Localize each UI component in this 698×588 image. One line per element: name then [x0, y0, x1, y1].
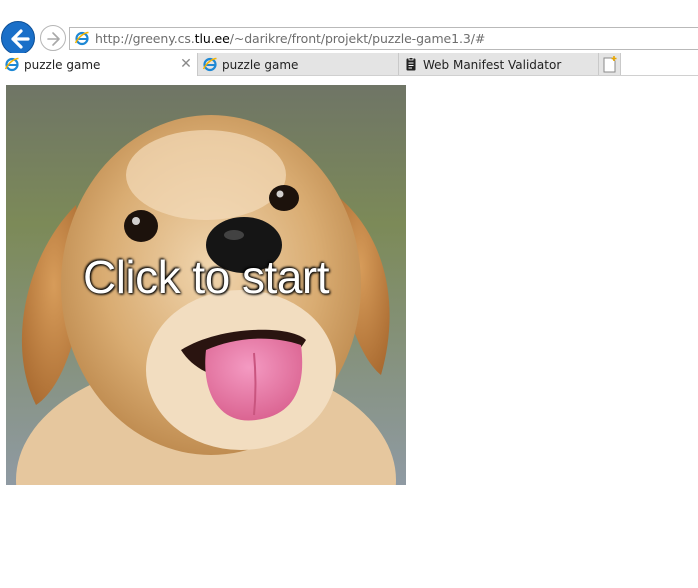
- back-arrow-icon: [11, 29, 30, 49]
- address-bar-row: http://greeny.cs.tlu.ee/~darikre/front/p…: [0, 0, 698, 55]
- tab-web-manifest-validator[interactable]: Web Manifest Validator: [399, 53, 599, 76]
- new-tab-button[interactable]: [599, 53, 621, 76]
- ie-page-icon: [202, 57, 217, 72]
- tab-strip-border: [198, 75, 698, 76]
- close-tab-icon[interactable]: ✕: [179, 56, 193, 70]
- ie-page-icon: [74, 31, 89, 46]
- back-button[interactable]: [1, 21, 35, 55]
- click-to-start-text: Click to start: [82, 251, 330, 303]
- puzzle-start-area[interactable]: Click to start: [6, 85, 406, 485]
- tab-label: Web Manifest Validator: [423, 58, 562, 72]
- tab-puzzle-game-active[interactable]: puzzle game ✕: [0, 53, 198, 76]
- tab-strip: puzzle game ✕ puzzle game Web Manifest V…: [0, 53, 698, 77]
- address-input[interactable]: http://greeny.cs.tlu.ee/~darikre/front/p…: [69, 27, 698, 50]
- forward-arrow-icon: [47, 32, 60, 46]
- ie-page-icon: [4, 57, 19, 72]
- tab-puzzle-game[interactable]: puzzle game: [198, 53, 399, 76]
- url-text: http://greeny.cs.tlu.ee/~darikre/front/p…: [95, 31, 486, 46]
- clipboard-icon: [406, 57, 416, 71]
- new-tab-icon: [603, 56, 617, 73]
- tab-label: puzzle game: [24, 58, 101, 72]
- forward-button[interactable]: [40, 25, 66, 51]
- tab-label: puzzle game: [222, 58, 299, 72]
